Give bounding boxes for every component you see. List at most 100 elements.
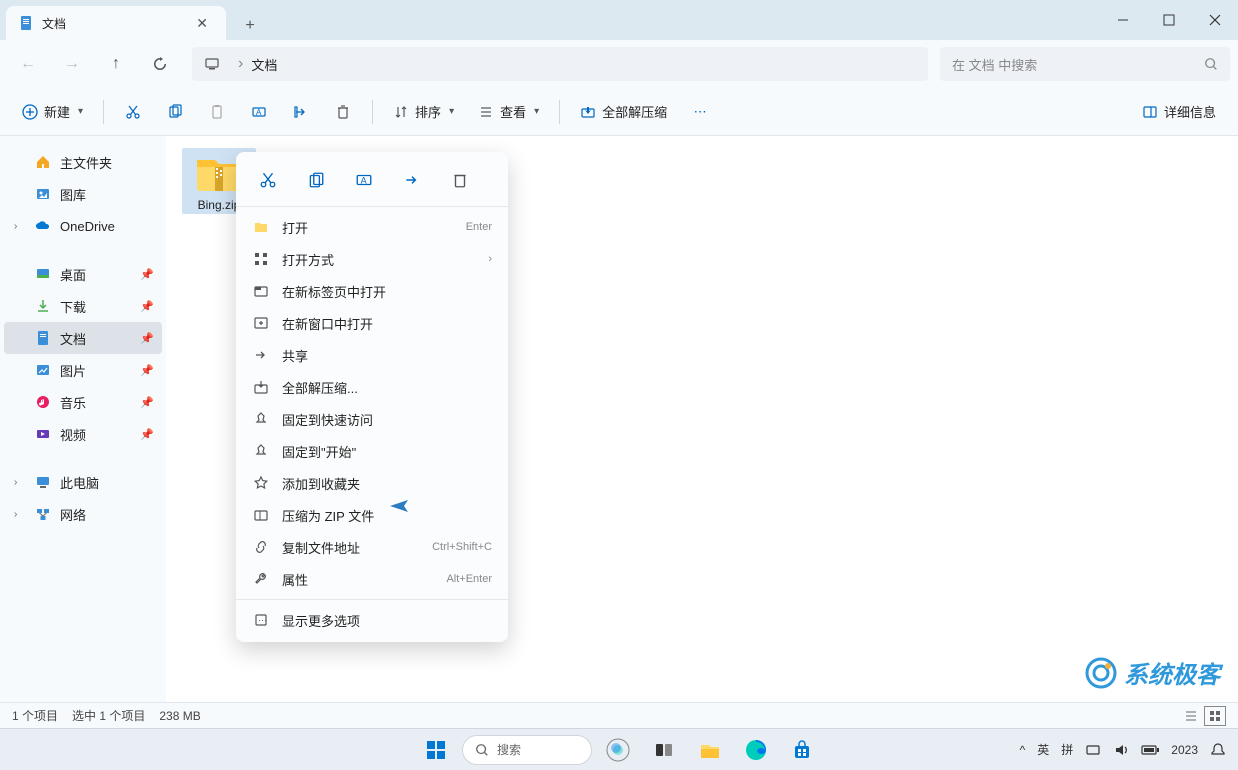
details-label: 详细信息 bbox=[1164, 102, 1216, 121]
pin-icon: 📌 bbox=[140, 300, 154, 313]
new-tab-button[interactable]: + bbox=[236, 12, 264, 40]
back-button[interactable]: ← bbox=[8, 46, 48, 82]
cm-extract-all[interactable]: 全部解压缩... bbox=[236, 371, 508, 403]
chevron-right-icon: › bbox=[14, 221, 30, 232]
tray-year[interactable]: 2023 bbox=[1171, 743, 1198, 757]
sort-button[interactable]: 排序 ▾ bbox=[383, 95, 464, 129]
cm-share-button[interactable] bbox=[392, 164, 432, 196]
battery-icon[interactable] bbox=[1141, 744, 1159, 756]
pin-icon: 📌 bbox=[140, 268, 154, 281]
cm-open-new-window[interactable]: 在新窗口中打开 bbox=[236, 307, 508, 339]
zip-icon bbox=[252, 507, 270, 523]
store-button[interactable] bbox=[782, 730, 822, 770]
up-button[interactable]: ↑ bbox=[96, 46, 136, 82]
network-icon bbox=[34, 505, 52, 523]
icons-view-button[interactable] bbox=[1204, 706, 1226, 726]
sidebar-label: 此电脑 bbox=[60, 473, 99, 492]
view-toggle bbox=[1180, 706, 1226, 726]
star-icon bbox=[252, 475, 270, 491]
taskbar-search[interactable]: 搜索 bbox=[462, 735, 592, 765]
sidebar-item-gallery[interactable]: 图库 bbox=[4, 178, 162, 210]
cm-copy-button[interactable] bbox=[296, 164, 336, 196]
refresh-button[interactable] bbox=[140, 46, 180, 82]
search-box[interactable]: 在 文档 中搜索 bbox=[940, 47, 1230, 81]
view-label: 查看 bbox=[500, 102, 526, 121]
sidebar-item-this-pc[interactable]: ›此电脑 bbox=[4, 466, 162, 498]
share-icon bbox=[252, 347, 270, 363]
cm-open-with[interactable]: 打开方式› bbox=[236, 243, 508, 275]
cm-more-options[interactable]: ⋯显示更多选项 bbox=[236, 604, 508, 636]
share-button[interactable] bbox=[282, 95, 320, 129]
forward-button[interactable]: → bbox=[52, 46, 92, 82]
details-pane-button[interactable]: 详细信息 bbox=[1132, 95, 1226, 129]
window-icon bbox=[252, 315, 270, 331]
sort-label: 排序 bbox=[415, 102, 441, 121]
paste-button[interactable] bbox=[198, 95, 236, 129]
explorer-button[interactable] bbox=[690, 730, 730, 770]
notifications-icon[interactable] bbox=[1210, 742, 1226, 758]
path-segment[interactable]: 文档 bbox=[251, 55, 277, 74]
document-icon bbox=[18, 15, 34, 31]
new-button[interactable]: 新建 ▾ bbox=[12, 95, 93, 129]
cm-rename-button[interactable]: A bbox=[344, 164, 384, 196]
cm-pin-start[interactable]: 固定到"开始" bbox=[236, 435, 508, 467]
cm-pin-quick-access[interactable]: 固定到快速访问 bbox=[236, 403, 508, 435]
cm-copy-path[interactable]: 复制文件地址Ctrl+Shift+C bbox=[236, 531, 508, 563]
network-icon[interactable] bbox=[1085, 742, 1101, 758]
minimize-button[interactable] bbox=[1100, 0, 1146, 40]
delete-button[interactable] bbox=[324, 95, 362, 129]
watermark: 系统极客 bbox=[1084, 655, 1220, 690]
separator bbox=[559, 100, 560, 124]
cm-open[interactable]: 打开Enter bbox=[236, 211, 508, 243]
cm-properties[interactable]: 属性Alt+Enter bbox=[236, 563, 508, 595]
rename-button[interactable]: A bbox=[240, 95, 278, 129]
cut-button[interactable] bbox=[114, 95, 152, 129]
extract-all-button[interactable]: 全部解压缩 bbox=[570, 95, 677, 129]
sidebar-item-network[interactable]: ›网络 bbox=[4, 498, 162, 530]
sidebar-item-home[interactable]: 主文件夹 bbox=[4, 146, 162, 178]
toolbar: 新建 ▾ A 排序 ▾ 查看 ▾ 全部解压缩 ⋯ 详细信息 bbox=[0, 88, 1238, 136]
sidebar-label: 网络 bbox=[60, 505, 86, 524]
cm-delete-button[interactable] bbox=[440, 164, 480, 196]
start-button[interactable] bbox=[416, 730, 456, 770]
sidebar-item-desktop[interactable]: 桌面 📌 bbox=[4, 258, 162, 290]
task-view-button[interactable] bbox=[644, 730, 684, 770]
sidebar-label: 音乐 bbox=[60, 393, 86, 412]
cm-cut-button[interactable] bbox=[248, 164, 288, 196]
taskbar: 搜索 ^ 英 拼 2023 bbox=[0, 728, 1238, 770]
sidebar-item-onedrive[interactable]: › OneDrive bbox=[4, 210, 162, 242]
sidebar-item-music[interactable]: 音乐📌 bbox=[4, 386, 162, 418]
sidebar-label: OneDrive bbox=[60, 219, 115, 234]
sidebar-item-documents[interactable]: 文档📌 bbox=[4, 322, 162, 354]
sidebar-item-downloads[interactable]: 下载📌 bbox=[4, 290, 162, 322]
sidebar-item-videos[interactable]: 视频📌 bbox=[4, 418, 162, 450]
chevron-right-icon: › bbox=[238, 55, 243, 73]
sidebar-item-pictures[interactable]: 图片📌 bbox=[4, 354, 162, 386]
cm-add-favorite[interactable]: 添加到收藏夹 bbox=[236, 467, 508, 499]
ime-method[interactable]: 拼 bbox=[1061, 741, 1073, 758]
details-view-button[interactable] bbox=[1180, 706, 1202, 726]
sidebar-label: 桌面 bbox=[60, 265, 86, 284]
copilot-button[interactable] bbox=[598, 730, 638, 770]
tab-close-button[interactable]: ✕ bbox=[190, 13, 214, 34]
active-tab[interactable]: 文档 ✕ bbox=[6, 6, 226, 40]
music-icon bbox=[34, 393, 52, 411]
more-button[interactable]: ⋯ bbox=[681, 95, 719, 129]
separator bbox=[236, 599, 508, 600]
tray-chevron[interactable]: ^ bbox=[1020, 743, 1026, 757]
maximize-button[interactable] bbox=[1146, 0, 1192, 40]
path-breadcrumb[interactable]: › 文档 bbox=[192, 47, 928, 81]
more-icon: ⋯ bbox=[252, 612, 270, 628]
ime-lang[interactable]: 英 bbox=[1037, 741, 1049, 758]
copy-button[interactable] bbox=[156, 95, 194, 129]
volume-icon[interactable] bbox=[1113, 742, 1129, 758]
close-window-button[interactable] bbox=[1192, 0, 1238, 40]
view-button[interactable]: 查看 ▾ bbox=[468, 95, 549, 129]
cm-open-new-tab[interactable]: 在新标签页中打开 bbox=[236, 275, 508, 307]
cm-share[interactable]: 共享 bbox=[236, 339, 508, 371]
sidebar: 主文件夹 图库 ›OneDrive 桌面📌 下载📌 文档📌 图片📌 音乐📌 视频… bbox=[0, 136, 166, 702]
file-name: Bing.zip bbox=[198, 198, 241, 212]
edge-button[interactable] bbox=[736, 730, 776, 770]
tab-icon bbox=[252, 283, 270, 299]
video-icon bbox=[34, 425, 52, 443]
